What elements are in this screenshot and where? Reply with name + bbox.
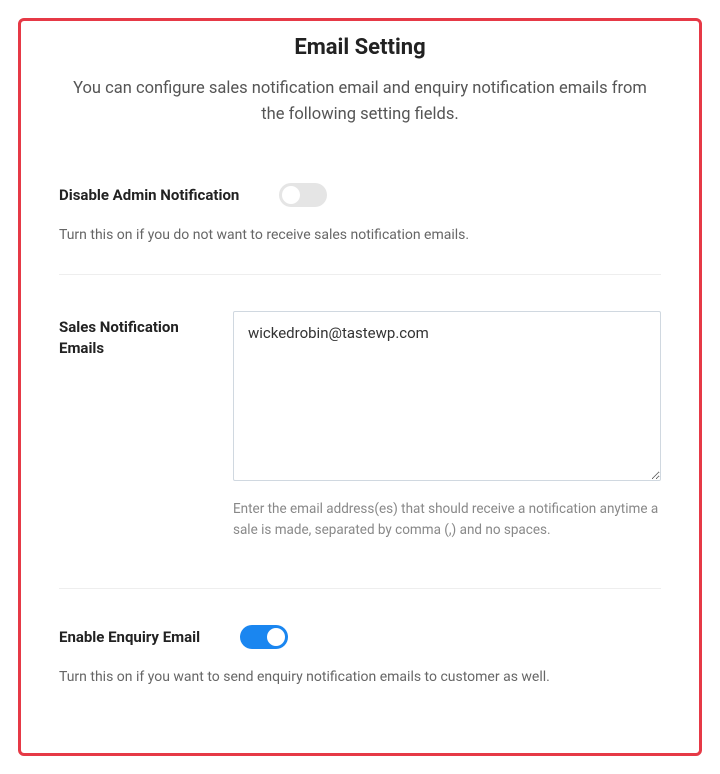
page-subtitle: You can configure sales notification ema… bbox=[70, 76, 650, 129]
section-enable-enquiry: Enable Enquiry Email Turn this on if you… bbox=[59, 625, 661, 688]
sales-emails-help: Enter the email address(es) that should … bbox=[233, 499, 661, 542]
enable-enquiry-label: Enable Enquiry Email bbox=[59, 628, 200, 646]
toggle-knob bbox=[282, 186, 300, 204]
toggle-knob bbox=[267, 628, 285, 646]
enable-enquiry-toggle[interactable] bbox=[240, 625, 288, 649]
disable-admin-label: Disable Admin Notification bbox=[59, 186, 239, 204]
disable-admin-help: Turn this on if you do not want to recei… bbox=[59, 225, 661, 246]
section-sales-emails: Sales Notification Emails Enter the emai… bbox=[59, 311, 661, 589]
email-settings-panel: Email Setting You can configure sales no… bbox=[18, 18, 702, 756]
page-title: Email Setting bbox=[59, 35, 661, 60]
sales-emails-input[interactable] bbox=[233, 311, 661, 481]
sales-emails-label: Sales Notification Emails bbox=[59, 311, 199, 359]
enable-enquiry-help: Turn this on if you want to send enquiry… bbox=[59, 667, 661, 688]
section-disable-admin: Disable Admin Notification Turn this on … bbox=[59, 183, 661, 275]
disable-admin-toggle[interactable] bbox=[279, 183, 327, 207]
